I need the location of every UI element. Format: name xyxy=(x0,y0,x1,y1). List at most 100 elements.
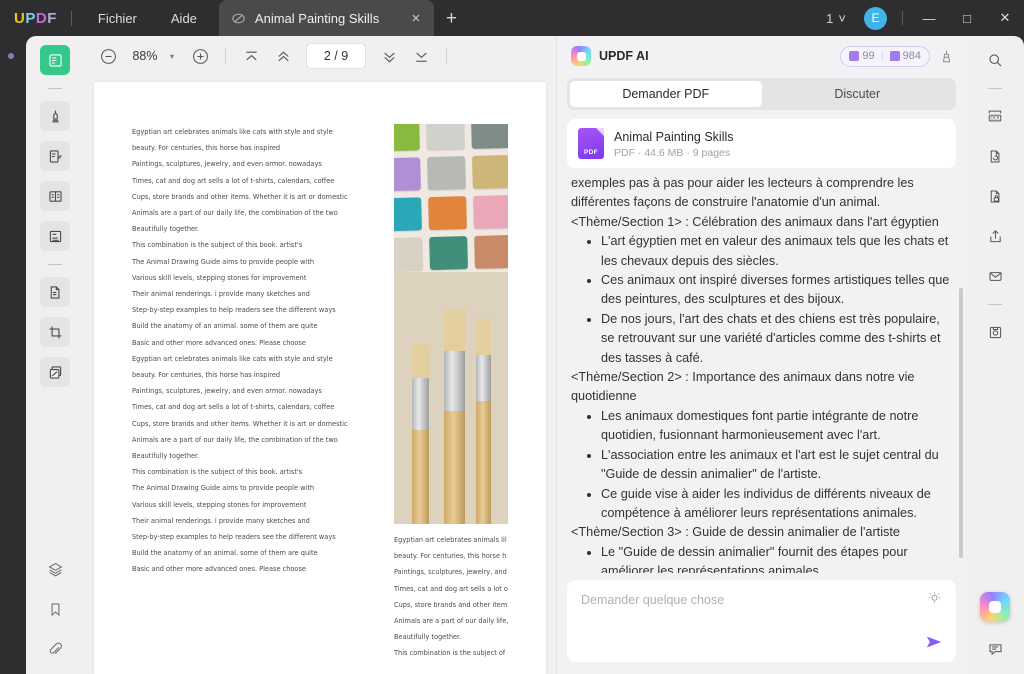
tab-discuter[interactable]: Discuter xyxy=(762,81,954,107)
document-credit-count: 99 xyxy=(862,50,874,62)
zoom-dropdown-caret-icon[interactable]: ▾ xyxy=(166,52,184,61)
send-icon[interactable] xyxy=(924,632,944,652)
last-page-icon[interactable] xyxy=(405,41,437,71)
attached-file-card[interactable]: PDF Animal Painting Skills PDF · 44.6 MB… xyxy=(567,119,956,168)
brushes-region xyxy=(394,272,508,524)
tool-search[interactable] xyxy=(980,45,1010,75)
ai-message-bullet: Les animaux domestiques font partie inté… xyxy=(601,407,954,446)
ai-composer[interactable]: Demander quelque chose xyxy=(567,580,956,662)
tool-convert-file[interactable] xyxy=(980,141,1010,171)
credits-badge[interactable]: 99 984 xyxy=(840,46,930,67)
ai-assistant-fab[interactable] xyxy=(980,592,1010,622)
zoom-level[interactable]: 88% xyxy=(124,49,166,63)
left-toolbar-divider-1 xyxy=(48,88,62,89)
brush-handle xyxy=(476,401,491,524)
left-toolbar-divider-2 xyxy=(48,264,62,265)
zoom-in-icon[interactable] xyxy=(184,41,216,71)
ai-conversation[interactable]: exemples pas à pas pour aider les lecteu… xyxy=(557,168,966,573)
pdf-page: Egyptian art celebrates animals like cat… xyxy=(94,82,546,674)
document-side-text-line: Animals are a part of our daily life, xyxy=(394,613,508,629)
tool-reader[interactable] xyxy=(40,45,70,75)
document-text-line: Egyptian art celebrates animals like cat… xyxy=(132,124,380,140)
feedback-button[interactable] xyxy=(980,634,1010,664)
tool-bookmarks[interactable] xyxy=(40,594,70,624)
tool-layers[interactable] xyxy=(40,554,70,584)
document-text-line: Animals are a part of our daily life, th… xyxy=(132,205,380,221)
ai-panel-header: UPDF AI 99 984 xyxy=(557,36,966,76)
ai-mode-tabs: Demander PDF Discuter xyxy=(567,78,956,110)
document-text-line: beauty. For centuries, this horse has in… xyxy=(132,140,380,156)
svg-text:OCR: OCR xyxy=(991,116,1000,121)
document-text-line: Basic and other more advanced ones. Plea… xyxy=(132,561,380,577)
palette-swatch xyxy=(394,124,419,151)
document-credits: 99 xyxy=(849,50,874,62)
document-text-line: Build the anatomy of an animal. some of … xyxy=(132,318,380,334)
palette-swatch xyxy=(429,236,468,270)
zoom-out-icon[interactable] xyxy=(92,41,124,71)
maximize-button[interactable]: □ xyxy=(948,0,986,36)
page-image-column: Egyptian art celebrates animals lilbeaut… xyxy=(394,124,508,662)
watercolor-palette-region xyxy=(394,124,508,279)
broom-icon[interactable] xyxy=(939,49,954,64)
menu-fichier[interactable]: Fichier xyxy=(86,7,149,30)
tool-share[interactable] xyxy=(980,221,1010,251)
document-tab[interactable]: Animal Painting Skills × xyxy=(219,0,434,36)
tool-page-organize[interactable] xyxy=(40,181,70,211)
attached-file-info: Animal Painting Skills PDF · 44.6 MB · 9… xyxy=(614,129,734,159)
tool-save[interactable] xyxy=(980,317,1010,347)
document-text-line: Step-by-step examples to help readers se… xyxy=(132,529,380,545)
brush-handle xyxy=(412,430,429,524)
app-body: 88% ▾ 2 / 9 xyxy=(0,36,1024,674)
right-toolbar-divider-2 xyxy=(988,304,1002,305)
new-tab-button[interactable]: + xyxy=(434,9,469,28)
tool-ocr[interactable]: OCR xyxy=(980,101,1010,131)
viewer-toolbar: 88% ▾ 2 / 9 xyxy=(84,36,556,76)
tool-compare-pages[interactable] xyxy=(40,357,70,387)
tool-convert[interactable] xyxy=(40,277,70,307)
lightbulb-icon[interactable] xyxy=(927,591,942,606)
avatar[interactable]: E xyxy=(864,7,887,30)
document-text-line: This combination is the subject of this … xyxy=(132,237,380,253)
tool-email[interactable] xyxy=(980,261,1010,291)
brush-ferrule xyxy=(412,378,429,430)
left-edge-rail xyxy=(0,36,26,674)
logo-letter-p: P xyxy=(25,10,36,27)
tool-annotate-highlight[interactable] xyxy=(40,101,70,131)
conversation-scrollbar[interactable] xyxy=(959,288,963,558)
ai-input-placeholder[interactable]: Demander quelque chose xyxy=(581,593,724,607)
palette-swatch xyxy=(474,235,508,269)
document-text-line: Step-by-step examples to help readers se… xyxy=(132,302,380,318)
page-indicator[interactable]: 2 / 9 xyxy=(306,43,366,69)
next-page-icon[interactable] xyxy=(373,41,405,71)
updf-logo: UPDF xyxy=(14,10,57,27)
tab-demander-pdf[interactable]: Demander PDF xyxy=(570,81,762,107)
minimize-button[interactable]: — xyxy=(910,0,948,36)
document-side-text-line: Times, cat and dog art sells a lot o xyxy=(394,581,508,597)
page-viewport[interactable]: Egyptian art celebrates animals like cat… xyxy=(84,76,556,674)
titlebar-divider xyxy=(71,11,72,26)
palette-swatch xyxy=(473,195,508,229)
attached-file-meta: PDF · 44.6 MB · 9 pages xyxy=(614,147,734,159)
tool-edit-pdf[interactable] xyxy=(40,141,70,171)
tool-attachments[interactable] xyxy=(40,634,70,664)
close-window-button[interactable]: ✕ xyxy=(986,0,1024,36)
tool-fill-sign[interactable] xyxy=(40,221,70,251)
ai-message-section-heading: <Thème/Section 2> : Importance des anima… xyxy=(571,368,954,407)
document-text-line: Times, cat and dog art sells a lot of t-… xyxy=(132,399,380,415)
close-icon[interactable]: × xyxy=(408,10,424,27)
tool-protect[interactable] xyxy=(980,181,1010,211)
page-side-text: Egyptian art celebrates animals lilbeaut… xyxy=(394,524,508,662)
palette-swatch xyxy=(394,157,420,191)
prev-page-icon[interactable] xyxy=(267,41,299,71)
brush-bristles xyxy=(412,344,429,378)
brush-bristles xyxy=(444,309,465,351)
menu-aide[interactable]: Aide xyxy=(159,7,209,30)
palette-swatch xyxy=(426,124,465,150)
document-viewer: 88% ▾ 2 / 9 xyxy=(84,36,556,674)
ai-message-bullet: L'association entre les animaux et l'art… xyxy=(601,446,954,485)
window-list-dropdown[interactable]: 1 ˅ xyxy=(816,11,856,26)
tool-crop[interactable] xyxy=(40,317,70,347)
first-page-icon[interactable] xyxy=(235,41,267,71)
message-credits: 984 xyxy=(890,50,921,62)
titlebar-divider-2 xyxy=(902,11,903,25)
